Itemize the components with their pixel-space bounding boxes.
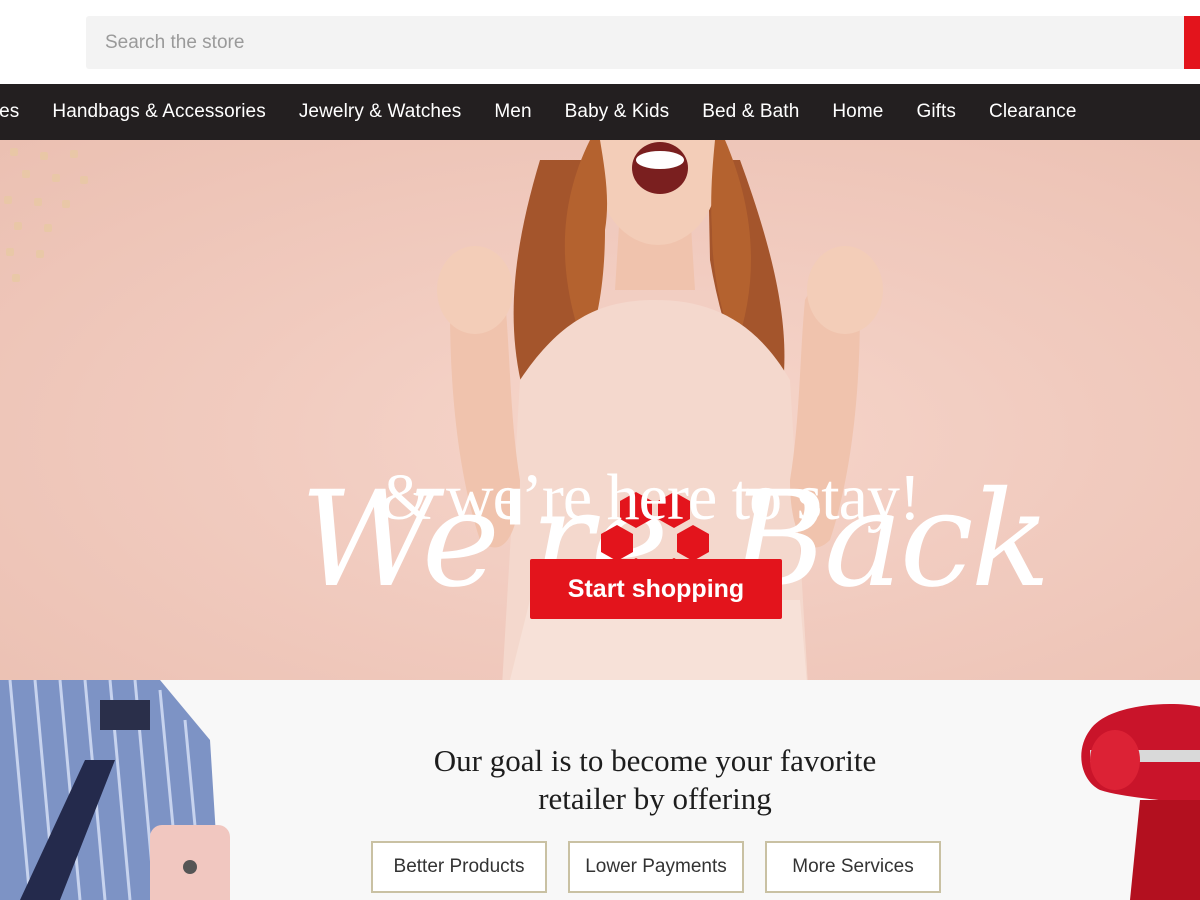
start-shopping-button[interactable]: Start shopping [530, 559, 782, 619]
hero-banner[interactable]: We're Back & we’re here to stay! Start s… [0, 140, 1200, 680]
goal-title-line1: Our goal is to become your favorite [433, 743, 877, 778]
nav-item-home[interactable]: Home [832, 101, 883, 123]
category-nav-list: Shoes Handbags & Accessories Jewelry & W… [0, 84, 1110, 140]
goal-title-line2: retailer by offering [538, 781, 772, 816]
nav-item-men[interactable]: Men [494, 101, 531, 123]
search-button[interactable] [1184, 16, 1200, 69]
stand-mixer-image [1081, 704, 1200, 900]
search-bar [86, 16, 1200, 69]
nav-item-baby-kids[interactable]: Baby & Kids [565, 101, 670, 123]
goal-title: Our goal is to become your favorite reta… [350, 742, 960, 818]
nav-item-jewelry-watches[interactable]: Jewelry & Watches [299, 101, 462, 123]
nav-item-shoes[interactable]: Shoes [0, 101, 19, 123]
nav-item-handbags-accessories[interactable]: Handbags & Accessories [52, 101, 265, 123]
nav-item-clearance[interactable]: Clearance [989, 101, 1077, 123]
pill-more-services[interactable]: More Services [765, 841, 941, 893]
decorative-dots [4, 148, 88, 282]
top-header [0, 0, 1200, 84]
pill-better-products[interactable]: Better Products [371, 841, 547, 893]
nav-item-bed-bath[interactable]: Bed & Bath [702, 101, 799, 123]
goal-section: Our goal is to become your favorite reta… [0, 680, 1200, 900]
nav-item-gifts[interactable]: Gifts [916, 101, 956, 123]
search-input[interactable] [86, 16, 1184, 69]
shirt-tie-image [0, 680, 230, 900]
hero-subhead: & we’re here to stay! [380, 461, 921, 534]
pill-lower-payments[interactable]: Lower Payments [568, 841, 744, 893]
category-nav: Shoes Handbags & Accessories Jewelry & W… [0, 84, 1200, 140]
